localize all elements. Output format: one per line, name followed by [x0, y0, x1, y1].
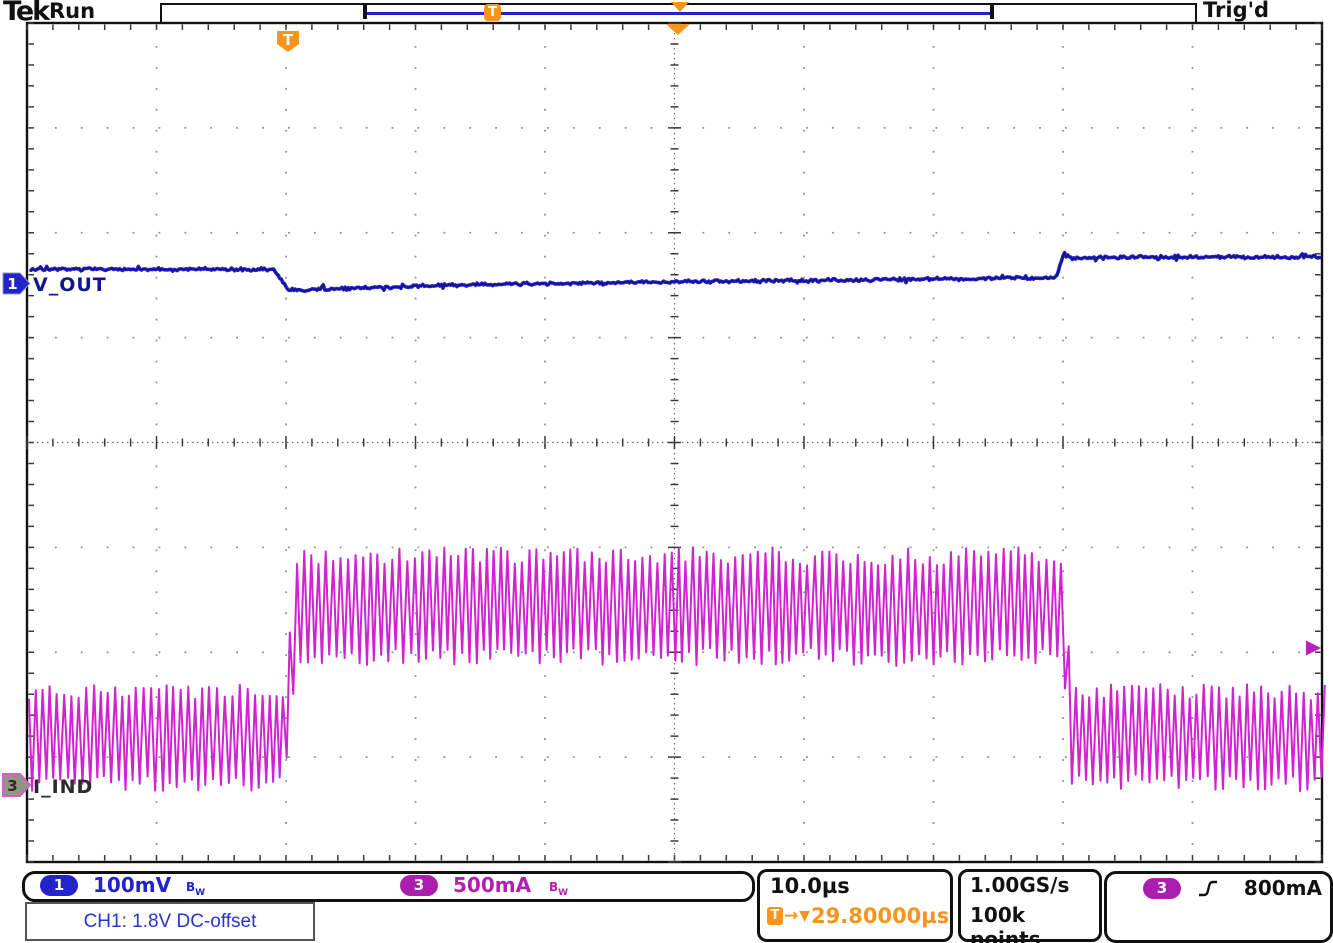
waveform-plot: T 1 3	[0, 0, 1333, 943]
trigger-position-marker-label: T	[283, 31, 294, 49]
trigger-delay-value: 29.80000µs	[811, 904, 949, 928]
ch3-reference-marker-label: 3	[7, 777, 17, 795]
ch1-bandwidth-icon: BW	[186, 876, 205, 898]
trigger-source-badge: 3	[1143, 878, 1181, 899]
ch1-wave-label: V_OUT	[33, 274, 107, 296]
channel-readout-bar[interactable]: 1 100mV BW 3 500mA BW	[22, 871, 755, 902]
acquisition-readout[interactable]: 1.00GS/s 100k points	[958, 869, 1102, 942]
ch1-reference-marker-label: 1	[7, 275, 17, 293]
rising-edge-icon	[1197, 877, 1219, 899]
ch3-wave-label: I_IND	[33, 776, 93, 798]
trigger-icon: T	[767, 907, 783, 925]
expansion-triangle-icon: ▼	[799, 908, 810, 924]
horizontal-readout[interactable]: 10.0µs T→▼29.80000µs	[757, 869, 953, 942]
trigger-readout[interactable]: 3 800mA	[1104, 871, 1333, 943]
oscilloscope-screen: Tek Run Trig'd T T 1 3	[0, 0, 1333, 943]
arrow-right-icon: →	[784, 906, 798, 926]
ch1-badge[interactable]: 1	[40, 875, 78, 896]
timebase-scale: 10.0µs	[770, 874, 850, 898]
ch3-bandwidth-icon: BW	[549, 876, 568, 898]
trigger-level-value: 800mA	[1244, 876, 1322, 900]
record-length: 100k points	[970, 903, 1099, 943]
trigger-delay-readout: T→▼29.80000µs	[767, 904, 949, 928]
ch1-scale: 100mV	[93, 873, 171, 897]
ch3-scale: 500mA	[453, 873, 531, 897]
ch1-offset-annotation: CH1: 1.8V DC-offset	[25, 902, 315, 941]
ch3-badge[interactable]: 3	[400, 875, 438, 896]
sample-rate: 1.00GS/s	[970, 873, 1069, 897]
